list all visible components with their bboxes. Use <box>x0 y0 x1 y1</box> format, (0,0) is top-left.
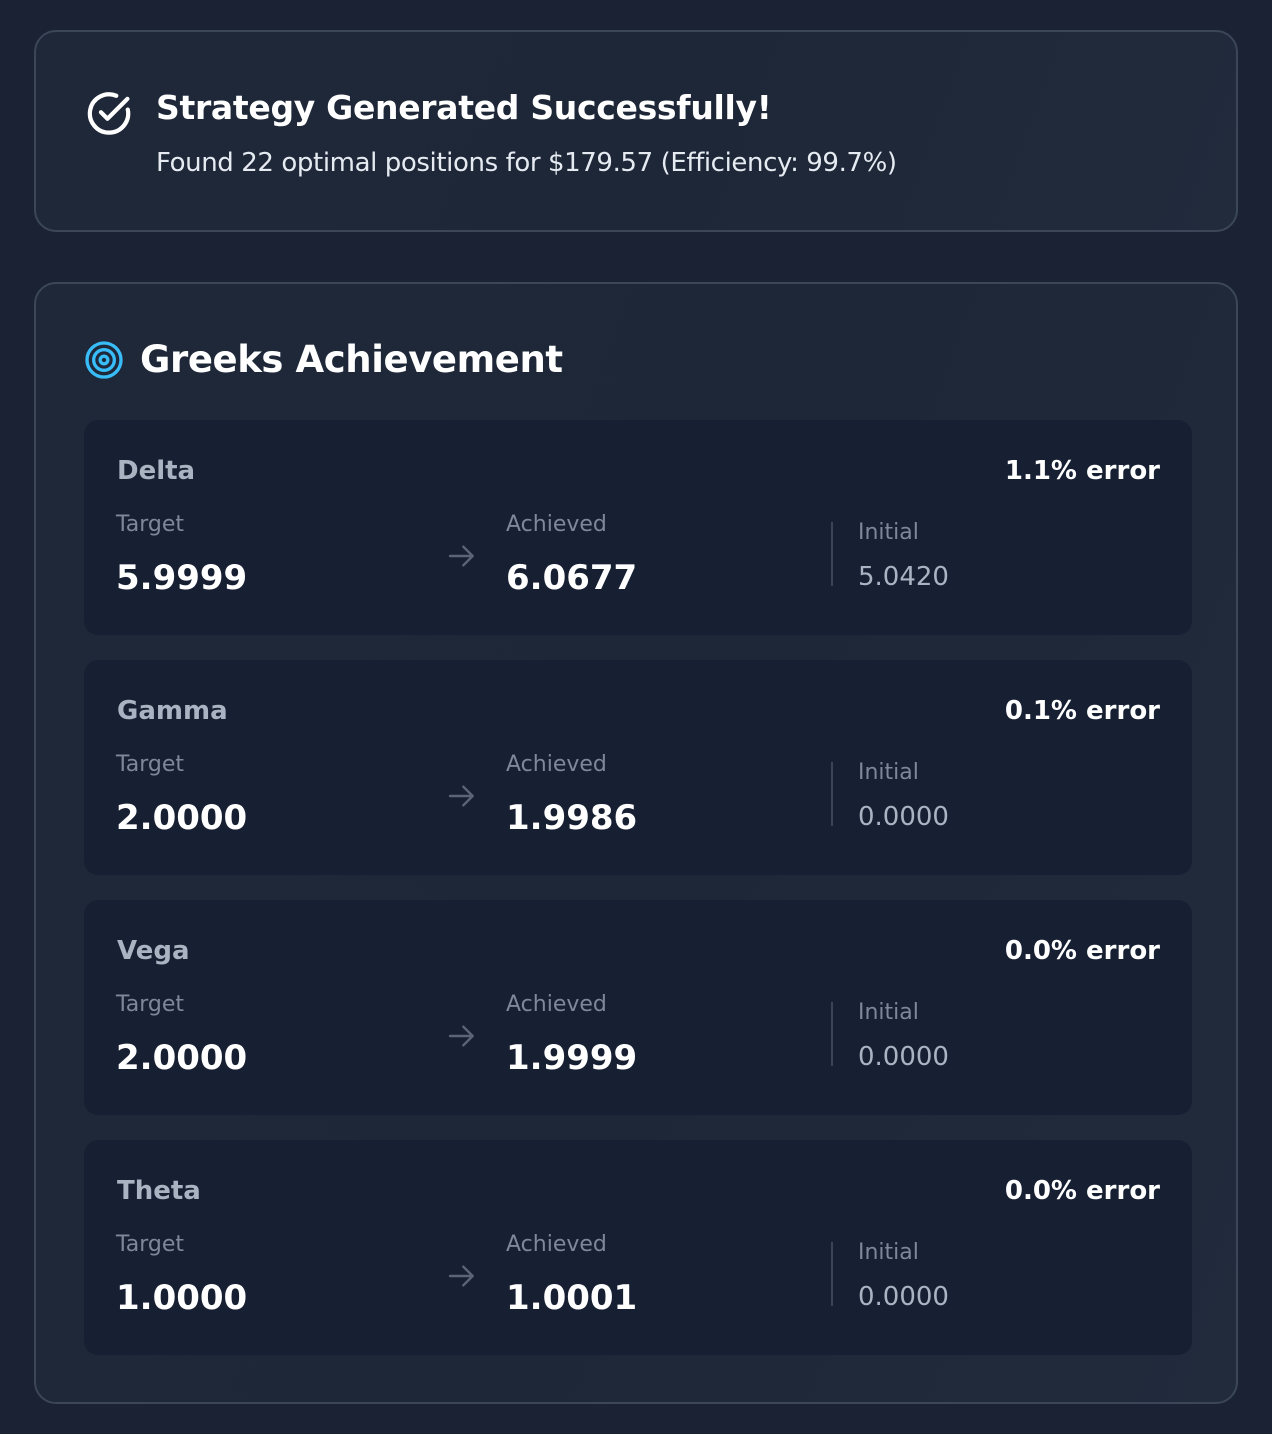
divider <box>831 1002 833 1066</box>
arrow-right-icon <box>448 785 474 807</box>
greek-row-delta: Delta 1.1% error Target 5.9999 Achieved … <box>84 420 1192 635</box>
greek-error: 1.1% error <box>1004 456 1160 486</box>
greek-error: 0.0% error <box>1004 936 1160 966</box>
target-label: Target <box>116 992 185 1017</box>
arrow-right-icon <box>448 1265 474 1287</box>
divider <box>831 1242 833 1306</box>
section-title: Greeks Achievement <box>140 338 563 381</box>
initial-value: 0.0000 <box>858 1282 949 1312</box>
target-icon <box>85 341 123 379</box>
greek-name: Vega <box>117 936 190 966</box>
achieved-label: Achieved <box>506 1232 607 1257</box>
target-value: 2.0000 <box>116 1038 248 1078</box>
initial-label: Initial <box>858 1000 919 1025</box>
greek-row-vega: Vega 0.0% error Target 2.0000 Achieved 1… <box>84 900 1192 1115</box>
greek-name: Theta <box>117 1176 201 1206</box>
target-label: Target <box>116 512 185 537</box>
greek-name: Delta <box>117 456 196 486</box>
achieved-label: Achieved <box>506 512 607 537</box>
arrow-right-icon <box>448 1025 474 1047</box>
success-title: Strategy Generated Successfully! <box>156 88 772 127</box>
achieved-value: 1.9986 <box>506 798 638 838</box>
greeks-achievement-card: Greeks Achievement Delta 1.1% error Targ… <box>34 282 1238 1404</box>
greek-row-theta: Theta 0.0% error Target 1.0000 Achieved … <box>84 1140 1192 1355</box>
achieved-value: 1.9999 <box>506 1038 638 1078</box>
achieved-label: Achieved <box>506 752 607 777</box>
initial-label: Initial <box>858 520 919 545</box>
check-circle-icon <box>87 92 131 135</box>
initial-value: 0.0000 <box>858 802 949 832</box>
divider <box>831 762 833 826</box>
target-value: 5.9999 <box>116 558 248 598</box>
achieved-value: 1.0001 <box>506 1278 638 1318</box>
achieved-label: Achieved <box>506 992 607 1017</box>
initial-label: Initial <box>858 760 919 785</box>
initial-value: 5.0420 <box>858 562 949 592</box>
target-value: 2.0000 <box>116 798 248 838</box>
achieved-value: 6.0677 <box>506 558 638 598</box>
greek-row-gamma: Gamma 0.1% error Target 2.0000 Achieved … <box>84 660 1192 875</box>
divider <box>831 522 833 586</box>
greek-error: 0.0% error <box>1004 1176 1160 1206</box>
target-label: Target <box>116 752 185 777</box>
greek-name: Gamma <box>117 696 228 726</box>
success-card: Strategy Generated Successfully! Found 2… <box>34 30 1238 232</box>
target-value: 1.0000 <box>116 1278 248 1318</box>
greek-error: 0.1% error <box>1004 696 1160 726</box>
target-label: Target <box>116 1232 185 1257</box>
initial-label: Initial <box>858 1240 919 1265</box>
arrow-right-icon <box>448 545 474 567</box>
initial-value: 0.0000 <box>858 1042 949 1072</box>
success-subtitle: Found 22 optimal positions for $179.57 (… <box>156 148 897 178</box>
